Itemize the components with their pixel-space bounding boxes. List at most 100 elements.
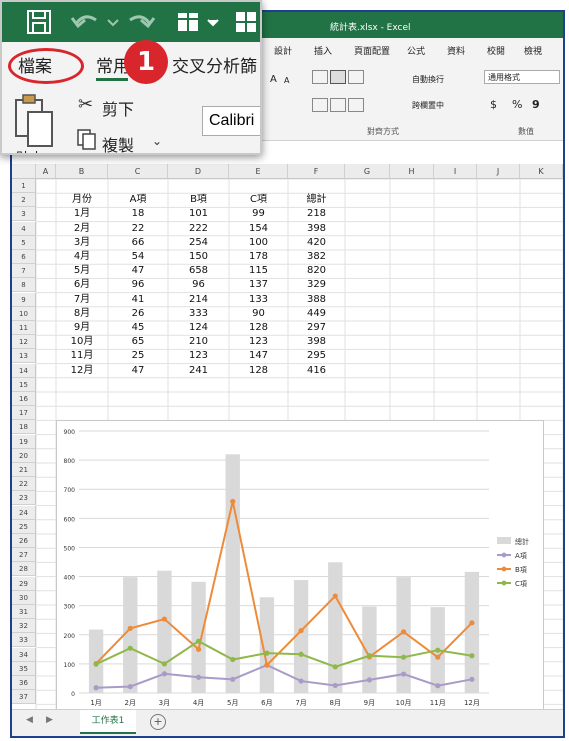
copy-button[interactable]: 複製 [102, 132, 134, 153]
column-header-k[interactable]: K [520, 164, 563, 179]
column-header-b[interactable]: B [56, 164, 108, 179]
copy-dropdown-icon[interactable]: ⌄ [152, 134, 162, 148]
comma-button[interactable]: 9 [532, 98, 540, 111]
table-cell[interactable]: 115 [229, 264, 288, 278]
cut-button[interactable]: 剪下 [102, 96, 134, 120]
table-cell[interactable]: 150 [168, 250, 229, 264]
sheet-tab-1[interactable]: 工作表1 [80, 710, 136, 734]
table-cell[interactable]: 128 [229, 364, 288, 378]
row-header-35[interactable]: 35 [12, 661, 36, 676]
font-name-box[interactable]: Calibri [202, 106, 260, 136]
table-cell[interactable]: 416 [288, 364, 345, 378]
table-cell[interactable]: 11月 [56, 349, 108, 363]
table-cell[interactable]: 96 [168, 278, 229, 292]
font-grow-button[interactable]: A [270, 74, 277, 85]
row-header-15[interactable]: 15 [12, 377, 36, 392]
table-cell[interactable]: 100 [229, 236, 288, 250]
table-cell[interactable]: 101 [168, 207, 229, 221]
table-cell[interactable]: 178 [229, 250, 288, 264]
column-header-i[interactable]: I [434, 164, 477, 179]
table-cell[interactable]: 382 [288, 250, 345, 264]
tab-insert[interactable]: 插入 [314, 44, 332, 57]
font-shrink-button[interactable]: A [284, 76, 289, 85]
table-cell[interactable]: 26 [108, 307, 168, 321]
table-cell[interactable]: 297 [288, 321, 345, 335]
table-cell[interactable]: 10月 [56, 335, 108, 349]
row-header-12[interactable]: 12 [12, 335, 36, 350]
table-cell[interactable]: 47 [108, 364, 168, 378]
table-cell[interactable]: 329 [288, 278, 345, 292]
row-header-20[interactable]: 20 [12, 448, 36, 463]
combo-chart[interactable]: 0 100 200 300 400 500 600 700 800 900 1月 2月 3月 4月 5月 6月… [56, 420, 544, 720]
column-header-g[interactable]: G [345, 164, 390, 179]
table-cell[interactable]: 22 [108, 222, 168, 236]
row-header-5[interactable]: 5 [12, 235, 36, 250]
table-cell[interactable]: 241 [168, 364, 229, 378]
table-cell[interactable]: 25 [108, 349, 168, 363]
table-cell[interactable]: 1月 [56, 207, 108, 221]
row-header-27[interactable]: 27 [12, 548, 36, 563]
row-header-37[interactable]: 37 [12, 690, 36, 705]
table-cell[interactable]: 218 [288, 207, 345, 221]
table-cell[interactable]: 4月 [56, 250, 108, 264]
worksheet-grid[interactable]: ABCDEFGHIJK 1 2 3 4 5 6 7 8 9 10 11 12 13 14 15 16 17 18 1… [12, 164, 563, 720]
column-header-j[interactable]: J [477, 164, 520, 179]
table-cell[interactable]: 41 [108, 293, 168, 307]
row-header-22[interactable]: 22 [12, 477, 36, 492]
number-format-select[interactable]: 通用格式 [484, 70, 560, 84]
table-cell[interactable]: 128 [229, 321, 288, 335]
table-cell[interactable]: 449 [288, 307, 345, 321]
row-header-2[interactable]: 2 [12, 193, 36, 208]
table-cell[interactable]: 3月 [56, 236, 108, 250]
table-cell[interactable]: 123 [168, 349, 229, 363]
table-cell[interactable]: 6月 [56, 278, 108, 292]
row-header-31[interactable]: 31 [12, 605, 36, 619]
row-header-11[interactable]: 11 [12, 321, 36, 335]
column-header-f[interactable]: F [288, 164, 345, 179]
merge-center-button[interactable]: 跨欄置中 [412, 100, 444, 111]
table-cell[interactable]: 214 [168, 293, 229, 307]
table-cell[interactable]: 9月 [56, 321, 108, 335]
align-left-button[interactable] [312, 98, 328, 112]
table-cell[interactable]: 388 [288, 293, 345, 307]
row-header-21[interactable]: 21 [12, 463, 36, 477]
table-cell[interactable]: 7月 [56, 293, 108, 307]
column-header-h[interactable]: H [390, 164, 434, 179]
row-header-3[interactable]: 3 [12, 207, 36, 222]
row-header-8[interactable]: 8 [12, 278, 36, 293]
row-header-34[interactable]: 34 [12, 647, 36, 662]
table-cell[interactable]: 333 [168, 307, 229, 321]
row-header-7[interactable]: 7 [12, 264, 36, 279]
tab-review[interactable]: 校閱 [487, 44, 505, 57]
paste-button[interactable]: 貼上 [12, 90, 56, 153]
table-cell[interactable]: 66 [108, 236, 168, 250]
table-cell[interactable]: 124 [168, 321, 229, 335]
table-cell[interactable]: 154 [229, 222, 288, 236]
column-header-a[interactable]: A [36, 164, 56, 179]
row-header-16[interactable]: 16 [12, 392, 36, 406]
row-header-23[interactable]: 23 [12, 491, 36, 506]
table-header-cell[interactable]: C項 [229, 193, 288, 207]
table-header-cell[interactable]: 總計 [288, 193, 345, 207]
table-cell[interactable]: 147 [229, 349, 288, 363]
table-cell[interactable]: 398 [288, 222, 345, 236]
column-header-d[interactable]: D [168, 164, 229, 179]
row-header-30[interactable]: 30 [12, 590, 36, 605]
table-cell[interactable]: 123 [229, 335, 288, 349]
table-cell[interactable]: 133 [229, 293, 288, 307]
align-center-button[interactable] [330, 98, 346, 112]
add-sheet-button[interactable]: + [150, 714, 166, 730]
table-cell[interactable]: 295 [288, 349, 345, 363]
row-header-17[interactable]: 17 [12, 406, 36, 421]
row-header-26[interactable]: 26 [12, 534, 36, 548]
table-cell[interactable]: 254 [168, 236, 229, 250]
row-header-4[interactable]: 4 [12, 221, 36, 236]
table-cell[interactable]: 54 [108, 250, 168, 264]
table-cell[interactable]: 90 [229, 307, 288, 321]
table-cell[interactable]: 96 [108, 278, 168, 292]
table-cell[interactable]: 398 [288, 335, 345, 349]
row-header-19[interactable]: 19 [12, 434, 36, 449]
table-cell[interactable]: 45 [108, 321, 168, 335]
column-header-c[interactable]: C [108, 164, 168, 179]
row-header-28[interactable]: 28 [12, 562, 36, 577]
